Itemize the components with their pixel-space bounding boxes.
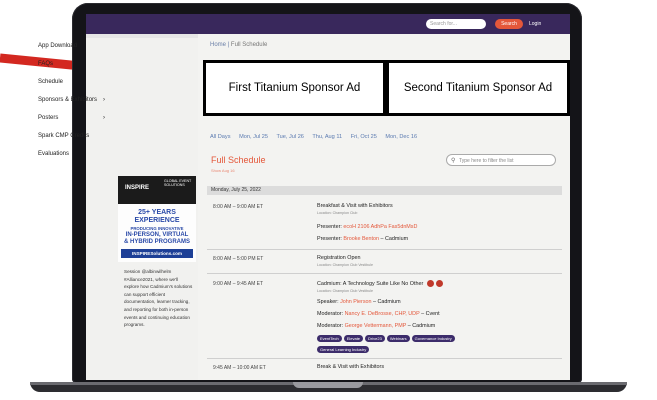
bookmark-icon[interactable]: [426, 280, 434, 287]
event-tags: EventTech Elevate Drive23 Webinars Governanc…: [317, 335, 457, 342]
search-icon: ⚲: [451, 158, 456, 164]
ad-tagline: GLOBAL EVENT SOLUTIONS: [164, 179, 192, 187]
sidebar-item-spark-cmp-credits[interactable]: Spark CMP Credits: [38, 133, 89, 139]
page-title: Full Schedule: [211, 155, 266, 165]
sidebar-item-sponsors-exhibitors[interactable]: Sponsors & Exhibitors: [38, 97, 97, 103]
event-tags-row-2: General Learning Industry: [317, 346, 371, 353]
sidebar-item-posters[interactable]: Posters: [38, 115, 58, 121]
tag-pill[interactable]: Elevate: [343, 335, 364, 342]
search-button[interactable]: Search: [495, 19, 523, 29]
sidebar-tweet: Session @albinwilhelm #Alliance2021, whe…: [124, 269, 193, 328]
login-link[interactable]: Login: [529, 19, 541, 29]
tab-thu-aug-11[interactable]: Thu, Aug 11: [312, 134, 342, 140]
breadcrumb-home[interactable]: Home: [210, 42, 226, 48]
filter-input[interactable]: Type here to filter the list: [446, 154, 556, 166]
favorite-icon[interactable]: [435, 280, 443, 287]
event-location: Location: Champion Club: [317, 211, 358, 215]
top-navigation-bar: Search for... Search Login: [86, 14, 570, 34]
presenter-label: Presenter:: [317, 224, 342, 230]
presenter-link[interactable]: Brooke Benton: [343, 236, 379, 242]
breadcrumb: Home | Full Schedule: [210, 42, 267, 48]
ad-line-2: IN-PERSON, VIRTUAL: [125, 232, 189, 238]
event-moderator-row: Moderator: Nancy E. DeBrosse, CHP, UDP –…: [317, 311, 440, 317]
presenter-label: Presenter:: [317, 236, 342, 242]
ad-logo-band: INSPIRE GLOBAL EVENT SOLUTIONS: [118, 176, 196, 204]
sidebar-item-evaluations[interactable]: Evaluations: [38, 151, 69, 157]
presenter-link[interactable]: ecoH 2106 AdhPa Fas5dnMsD: [343, 224, 417, 230]
tag-pill[interactable]: EventTech: [317, 335, 342, 342]
row-divider: [207, 249, 562, 250]
laptop-notch: [293, 382, 363, 388]
ad-line-3: & HYBRID PROGRAMS: [123, 239, 190, 245]
tag-pill[interactable]: Governance Industry: [411, 335, 455, 342]
event-presenter-row: Presenter: Brooke Benton – Cadmium: [317, 236, 408, 242]
moderator-label: Moderator:: [317, 311, 344, 317]
event-title[interactable]: Breakfast & Visit with Exhibitors: [317, 203, 393, 209]
search-input[interactable]: Search for...: [426, 19, 486, 29]
moderator-link[interactable]: Nancy E. DeBrosse, CHP, UDP: [345, 311, 420, 317]
speaker-org: – Cadmium: [373, 299, 401, 305]
second-sponsor-ad[interactable]: Second Titanium Sponsor Ad: [386, 60, 570, 116]
moderator-org: – Cvent: [421, 311, 440, 317]
speaker-label: Speaker:: [317, 299, 339, 305]
tag-pill[interactable]: Webinars: [386, 335, 410, 342]
event-time: 9:45 AM – 10:00 AM ET: [213, 365, 266, 371]
event-presenter-row: Presenter: ecoH 2106 AdhPa Fas5dnMsD: [317, 224, 417, 230]
breadcrumb-current: Full Schedule: [230, 42, 268, 48]
date-header: Monday, July 25, 2022: [207, 186, 562, 195]
ad-years: 25+ YEARS: [138, 209, 176, 216]
row-divider: [207, 273, 562, 274]
tab-tue-jul-26[interactable]: Tue, Jul 26: [276, 134, 303, 140]
day-tabs: All Days Mon, Jul 25 Tue, Jul 26 Thu, Au…: [210, 134, 424, 140]
sidebar-item-app-download[interactable]: App Download: [38, 43, 77, 49]
moderator-label: Moderator:: [317, 323, 344, 329]
event-location: Location: Champion Club Vestibule: [317, 263, 373, 267]
ad-line-1: PRODUCING INNOVATIVE: [130, 226, 184, 231]
inspire-ad-banner[interactable]: INSPIRE GLOBAL EVENT SOLUTIONS 25+ YEARS…: [118, 176, 196, 262]
first-sponsor-ad[interactable]: First Titanium Sponsor Ad: [203, 60, 386, 116]
moderator-link[interactable]: George Vettermann, PMP: [345, 323, 407, 329]
chevron-right-icon[interactable]: ›: [103, 97, 105, 103]
event-time: 8:00 AM – 9:00 AM ET: [213, 204, 264, 210]
event-title-row: Cadmium: A Technology Suite Like No Othe…: [317, 280, 443, 287]
event-speaker-row: Speaker: John Pierson – Cadmium: [317, 299, 401, 305]
presenter-org: – Cadmium: [380, 236, 409, 242]
sidebar-item-schedule[interactable]: Schedule: [38, 79, 63, 85]
ad-brand: INSPIRE: [125, 185, 150, 191]
tag-pill[interactable]: General Learning Industry: [317, 346, 370, 353]
tag-pill[interactable]: Drive23: [365, 335, 385, 342]
tab-all-days[interactable]: All Days: [210, 134, 231, 140]
sidebar-item-faqs[interactable]: FAQs: [38, 61, 53, 67]
row-divider: [207, 358, 562, 359]
tab-mon-jul-25[interactable]: Mon, Jul 25: [239, 134, 268, 140]
event-title[interactable]: Cadmium: A Technology Suite Like No Othe…: [317, 281, 423, 287]
tab-fri-oct-25[interactable]: Fri, Oct 25: [351, 134, 377, 140]
ad-url: INSPIRESolutions.com: [121, 249, 193, 258]
moderator-org: – Cadmium: [407, 323, 436, 329]
event-time: 9:00 AM – 9:45 AM ET: [213, 281, 264, 287]
chevron-right-icon[interactable]: ›: [103, 115, 105, 121]
ad-experience: EXPERIENCE: [134, 217, 180, 224]
laptop-base: [30, 382, 627, 392]
event-title[interactable]: Registration Open: [317, 255, 360, 261]
speaker-link[interactable]: John Pierson: [340, 299, 371, 305]
event-moderator-row: Moderator: George Vettermann, PMP – Cadm…: [317, 323, 435, 329]
event-time: 8:00 AM – 5:00 PM ET: [213, 256, 264, 262]
page-subtitle: Show Aug 16: [211, 168, 235, 173]
event-title[interactable]: Break & Visit with Exhibitors: [317, 364, 384, 370]
tab-mon-dec-16[interactable]: Mon, Dec 16: [385, 134, 417, 140]
event-location: Location: Champion Club Vestibule: [317, 289, 373, 293]
